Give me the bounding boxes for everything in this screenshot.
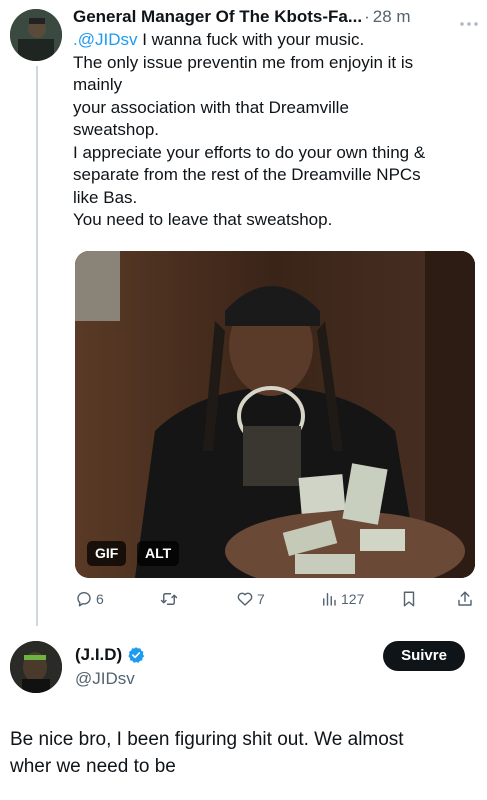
tweet-text: .@JIDsv I wanna fuck with your music. Th… <box>73 29 481 232</box>
reply-text: Be nice bro, I been figuring shit out. W… <box>10 726 480 780</box>
reply-line: wher we need to be <box>10 756 176 777</box>
avatar-image <box>10 9 62 61</box>
retweet-button[interactable] <box>160 590 181 608</box>
tweet-line: your association with that Dreamville <box>73 97 349 117</box>
tweet-line: like Bas. <box>73 187 138 207</box>
tweet-actions: 6 7 127 <box>75 590 475 612</box>
verified-badge-icon <box>128 647 145 663</box>
share-button[interactable] <box>456 590 474 608</box>
tweet-line: sweatshop. <box>73 120 159 139</box>
reply-button[interactable]: 6 <box>75 590 104 608</box>
thread-connector-line <box>36 66 38 626</box>
gif-badge: GIF <box>87 541 127 566</box>
tweet-line: You need to leave that sweatshop. <box>73 210 333 229</box>
tweet-media-gif[interactable]: GIF ALT <box>75 251 475 578</box>
reply-count: 6 <box>96 591 104 607</box>
tweet-line: mainly <box>73 75 123 94</box>
separator-dot: · <box>364 7 370 26</box>
views-button[interactable]: 127 <box>320 590 364 608</box>
reply-author-avatar[interactable] <box>10 641 62 693</box>
reply-author-name[interactable]: (J.I.D) <box>75 645 122 665</box>
tweet-line: separate from the rest of the Dreamville… <box>73 165 421 184</box>
reply-handle[interactable]: @JIDsv <box>75 669 135 689</box>
like-button[interactable]: 7 <box>236 590 265 608</box>
author-avatar[interactable] <box>10 9 62 61</box>
share-icon <box>458 591 472 606</box>
avatar-image <box>10 641 62 693</box>
like-count: 7 <box>257 591 265 607</box>
tweet-header: General Manager Of The Kbots-Fa... · 28 … <box>73 6 481 28</box>
mention-link[interactable]: .@JIDsv <box>73 30 137 49</box>
retweet-icon <box>160 593 178 605</box>
gif-image <box>75 251 475 578</box>
reply-line: Be nice bro, I been figuring shit out. W… <box>10 729 404 750</box>
follow-button[interactable]: Suivre <box>383 641 465 671</box>
reply-icon <box>77 591 91 607</box>
tweet-line: The only issue preventin me from enjoyin… <box>73 52 414 72</box>
author-name[interactable]: General Manager Of The Kbots-Fa... <box>73 6 362 28</box>
heart-icon <box>237 592 253 606</box>
ellipsis-icon[interactable] <box>459 14 479 32</box>
bookmark-button[interactable] <box>400 590 418 608</box>
tweet-line: I wanna fuck with your music. <box>137 30 365 49</box>
views-count: 127 <box>341 591 365 607</box>
reply-author-name-row[interactable]: (J.I.D) <box>75 645 145 665</box>
alt-text-button[interactable]: ALT <box>137 541 180 566</box>
tweet-time[interactable]: 28 m <box>373 6 411 28</box>
bookmark-icon <box>403 591 415 607</box>
tweet[interactable]: General Manager Of The Kbots-Fa... · 28 … <box>73 6 481 232</box>
tweet-line: I appreciate your efforts to do your own… <box>73 142 426 162</box>
views-chart-icon <box>323 593 336 606</box>
